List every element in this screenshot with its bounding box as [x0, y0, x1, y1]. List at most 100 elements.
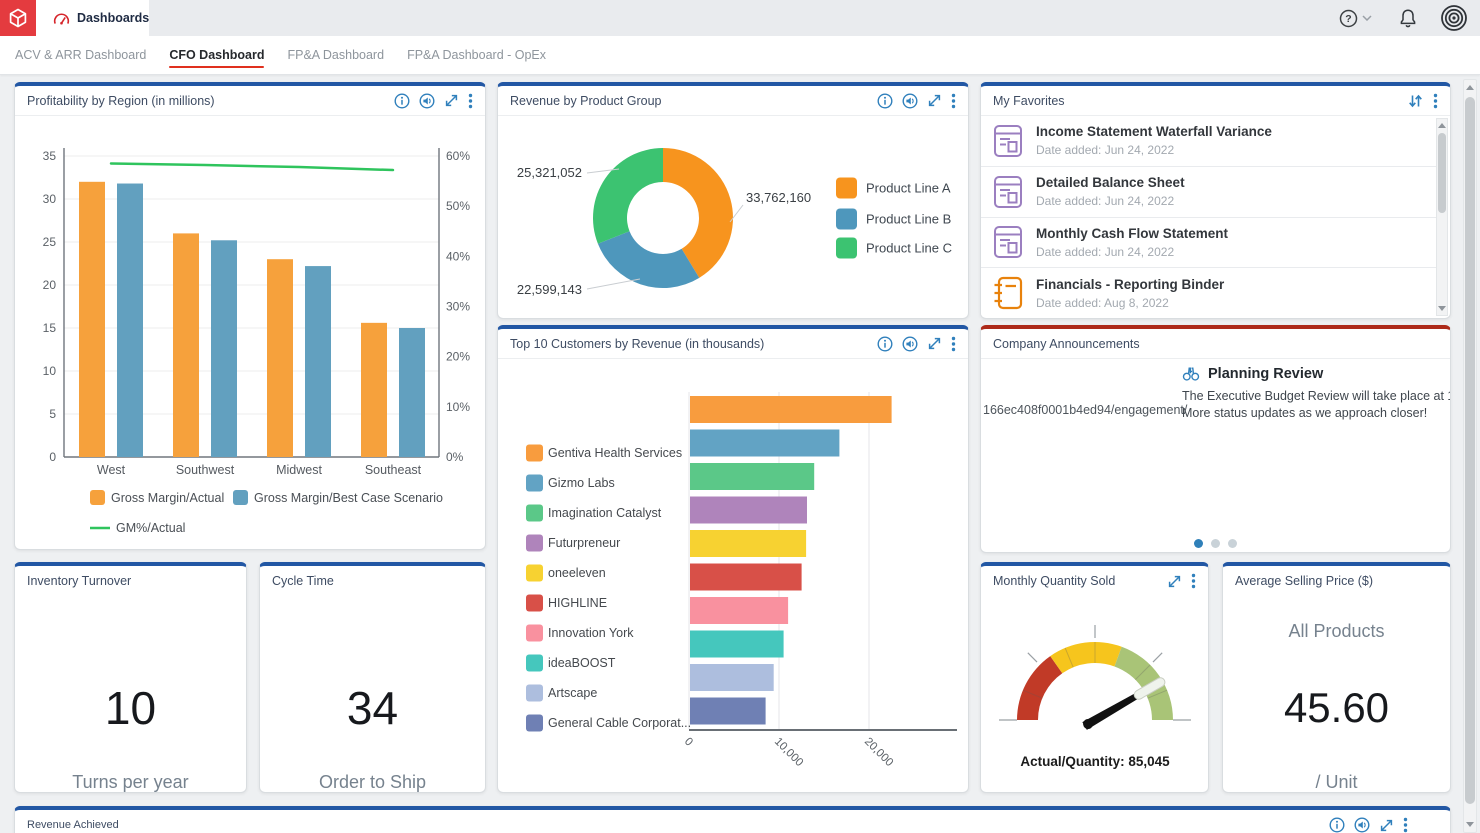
info-icon[interactable] — [394, 93, 410, 109]
audio-icon[interactable] — [902, 93, 918, 109]
card-header: My Favorites — [981, 86, 1450, 116]
carousel-dot-2[interactable] — [1211, 539, 1220, 548]
cycle-time-caption: Order to Ship — [260, 772, 485, 793]
kebab-icon[interactable] — [1403, 817, 1408, 833]
nav-tab-acv-arr-dashboard[interactable]: ACV & ARR Dashboard — [15, 36, 146, 74]
svg-text:Gross Margin/Actual: Gross Margin/Actual — [111, 491, 224, 505]
svg-text:Southwest: Southwest — [176, 463, 235, 477]
expand-icon[interactable] — [927, 93, 942, 108]
kebab-icon[interactable] — [1191, 573, 1196, 589]
help-icon[interactable]: ? — [1339, 9, 1358, 28]
svg-text:60%: 60% — [446, 149, 470, 163]
scroll-down-icon[interactable] — [1438, 306, 1446, 311]
favorite-date: Date added: Jun 24, 2022 — [1036, 245, 1228, 259]
bell-icon[interactable] — [1398, 8, 1418, 29]
announcement-headline: Planning Review — [1208, 366, 1323, 382]
nav-tab-fp-a-dashboard-opex[interactable]: FP&A Dashboard - OpEx — [407, 36, 546, 74]
info-icon[interactable] — [877, 336, 893, 352]
cycle-time-card: Cycle Time 34 Order to Ship — [259, 562, 486, 793]
svg-text:oneeleven: oneeleven — [548, 566, 606, 580]
carousel-dot-3[interactable] — [1228, 539, 1237, 548]
report-icon — [993, 225, 1023, 259]
dashboard-tab-bar: ACV & ARR Dashboard CFO Dashboard FP&A Das… — [0, 36, 1480, 75]
card-header: Monthly Quantity Sold — [981, 566, 1208, 596]
announcement-body: 166ec408f0001b4ed94/engagement/ Planning… — [981, 359, 1450, 552]
announcement-link[interactable]: 166ec408f0001b4ed94/engagement/ — [983, 403, 1187, 417]
nav-tab-cfo-dashboard[interactable]: CFO Dashboard — [169, 36, 264, 74]
card-header: Revenue Achieved — [15, 810, 1450, 833]
inventory-turnover-caption: Turns per year — [15, 772, 246, 793]
expand-icon[interactable] — [444, 93, 459, 108]
card-header: Inventory Turnover — [15, 566, 246, 596]
announcement-headline-row: Planning Review — [1182, 365, 1323, 382]
info-icon[interactable] — [877, 93, 893, 109]
svg-text:0: 0 — [49, 450, 56, 464]
revenue-donut-chart: 33,762,16022,599,14325,321,052Product Li… — [498, 116, 967, 315]
scroll-down-icon[interactable] — [1466, 822, 1474, 827]
svg-text:10%: 10% — [446, 400, 470, 414]
kebab-icon[interactable] — [951, 336, 956, 352]
avatar-icon[interactable] — [1440, 4, 1468, 32]
card-title: Top 10 Customers by Revenue (in thousand… — [510, 337, 764, 351]
svg-text:20: 20 — [43, 278, 57, 292]
card-header: Profitability by Region (in millions) — [15, 86, 485, 116]
svg-text:5: 5 — [49, 407, 56, 421]
svg-text:0%: 0% — [446, 450, 464, 464]
card-header-icons — [394, 93, 473, 109]
announcement-line-2: More status updates as we approach close… — [1182, 405, 1450, 422]
favorite-date: Date added: Jun 24, 2022 — [1036, 194, 1185, 208]
audio-icon[interactable] — [419, 93, 435, 109]
favorite-item[interactable]: Income Statement Waterfall VarianceDate … — [981, 116, 1436, 167]
favorite-item[interactable]: Monthly Cash Flow StatementDate added: J… — [981, 218, 1436, 269]
my-favorites-card: My Favorites Income Statement Waterfall … — [980, 82, 1451, 319]
kebab-icon[interactable] — [951, 93, 956, 109]
card-header: Average Selling Price ($) — [1223, 566, 1450, 596]
nav-tab-fp-a-dashboard[interactable]: FP&A Dashboard — [287, 36, 384, 74]
carousel-dot-1[interactable] — [1194, 539, 1203, 548]
kebab-icon[interactable] — [468, 93, 473, 109]
scroll-up-icon[interactable] — [1438, 123, 1446, 128]
expand-icon[interactable] — [1167, 574, 1182, 589]
info-icon[interactable] — [1329, 817, 1345, 833]
favorites-scrollbar-thumb[interactable] — [1438, 133, 1446, 213]
favorite-item[interactable]: Financials - Reporting BinderDate added:… — [981, 268, 1436, 317]
audio-icon[interactable] — [1354, 817, 1370, 833]
audio-icon[interactable] — [902, 336, 918, 352]
svg-text:Artscape: Artscape — [548, 686, 597, 700]
scroll-up-icon[interactable] — [1466, 85, 1474, 90]
page-scrollbar-thumb[interactable] — [1465, 97, 1475, 804]
dashboards-tab[interactable]: Dashboards — [36, 0, 149, 36]
svg-text:Midwest: Midwest — [276, 463, 322, 477]
svg-text:30: 30 — [43, 192, 57, 206]
expand-icon[interactable] — [927, 336, 942, 351]
favorites-scrollbar[interactable] — [1436, 118, 1448, 316]
profitability-bar-line-chart: 051015202530350%10%20%30%40%50%60%WestSo… — [15, 116, 484, 544]
page-scrollbar[interactable] — [1463, 79, 1477, 833]
card-title: Cycle Time — [272, 574, 334, 588]
card-title: Company Announcements — [993, 337, 1140, 351]
svg-text:10: 10 — [43, 364, 57, 378]
favorite-item[interactable]: Detailed Balance SheetDate added: Jun 24… — [981, 167, 1436, 218]
expand-icon[interactable] — [1379, 818, 1394, 833]
card-header: Cycle Time — [260, 566, 485, 596]
kebab-icon[interactable] — [1433, 93, 1438, 109]
card-header-icons — [877, 336, 956, 352]
svg-text:Product Line A: Product Line A — [866, 181, 951, 196]
binder-icon — [993, 276, 1023, 310]
announcement-text: The Executive Budget Review will take pl… — [1182, 388, 1450, 422]
svg-text:50%: 50% — [446, 199, 470, 213]
dashboards-icon — [53, 11, 70, 26]
card-title: Inventory Turnover — [27, 574, 131, 588]
quantity-gauge-chart: Actual/Quantity: 85,045 — [981, 596, 1208, 793]
carousel-dots — [981, 539, 1450, 548]
svg-text:Imagination Catalyst: Imagination Catalyst — [548, 506, 662, 520]
svg-text:15: 15 — [43, 321, 57, 335]
sort-icon[interactable] — [1407, 93, 1424, 109]
binoculars-icon — [1182, 365, 1200, 382]
svg-text:40%: 40% — [446, 249, 470, 263]
svg-text:Product Line C: Product Line C — [866, 241, 952, 256]
svg-text:HIGHLINE: HIGHLINE — [548, 596, 607, 610]
caret-down-icon[interactable] — [1362, 15, 1372, 21]
svg-text:Actual/Quantity: 85,045: Actual/Quantity: 85,045 — [1020, 754, 1170, 769]
app-logo[interactable] — [0, 0, 36, 36]
